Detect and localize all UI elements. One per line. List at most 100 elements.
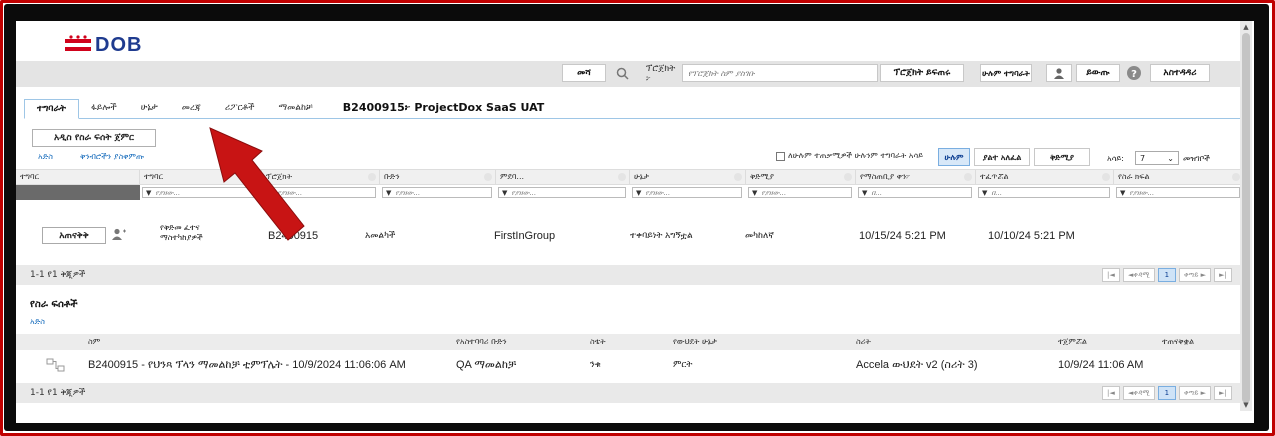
col-department-label: የስራ ክፍል [1118, 172, 1150, 181]
first-page-button[interactable]: |◄ [1101, 268, 1120, 282]
filter-priority[interactable]: ▼ የያዘው... [748, 187, 852, 198]
page-1-button[interactable]: 1 [1157, 386, 1176, 400]
filter-department[interactable]: ▼ የያዘው... [1116, 187, 1240, 198]
refresh-link[interactable]: አድስ [38, 152, 53, 162]
page-size-value: 7 [1140, 153, 1146, 163]
col-completed[interactable]: ተጠናቅቋል [1162, 337, 1194, 347]
search-input[interactable] [682, 64, 878, 82]
tab-applications[interactable]: ማመልከቻ [266, 98, 324, 118]
workflow-icon [46, 357, 66, 376]
page-size-suffix: መዝገቦች [1183, 154, 1210, 163]
col-state[interactable]: ስቴት [590, 337, 606, 347]
next-page-button[interactable]: ቀጣይ ► [1178, 268, 1211, 282]
col-priority[interactable]: ቅድሚያ [746, 170, 856, 184]
scroll-thumb[interactable] [1242, 33, 1250, 403]
help-icon[interactable]: ? [1122, 64, 1146, 82]
project-dropdown[interactable]: ፕሮጀክት ይፍጠሩ [880, 64, 964, 82]
workflow-name: B2400915 - የህንጻ ፕላን ማመልከቻ ቲምፕሌት - 10/9/2… [88, 359, 406, 371]
app-window: DOB መሻ ፕሮጀክት ፦ ፕሮጀክት ይፍጠሩ ሁሉም ተግባራት ይውጡ … [16, 21, 1254, 423]
filter-due[interactable]: ▼ በ... [858, 187, 972, 198]
save-settings-link[interactable]: ቅንብሮችን ያስቀምጡ [80, 152, 144, 162]
logout-button[interactable]: ይውጡ [1076, 64, 1120, 82]
filter-project[interactable]: ▼ የያዘው... [264, 187, 376, 198]
col-assigned[interactable]: ምደባ... [496, 170, 630, 184]
dob-logo[interactable]: DOB [65, 30, 155, 60]
cell-priority: መካከለኛ [745, 230, 774, 240]
col-created[interactable]: ተፈጥሯል [976, 170, 1114, 184]
page-size-select[interactable]: 7 ⌄ [1135, 151, 1179, 165]
sort-icon [484, 173, 492, 181]
scroll-up-icon[interactable]: ▲ [1242, 23, 1250, 31]
filter-assigned[interactable]: ▼ የያዘው... [498, 187, 626, 198]
col-task[interactable]: ተግባር [140, 170, 262, 184]
sort-icon [964, 173, 972, 181]
prev-page-button[interactable]: ◄ቀዳሚ [1122, 268, 1155, 282]
all-tasks-button[interactable]: ሁሉም ተግባራት [980, 64, 1032, 82]
tab-status[interactable]: ሁኔታ [129, 98, 170, 118]
col-action[interactable]: ተግባር [16, 170, 140, 184]
admin-button[interactable]: አስተዳዳሪ [1150, 64, 1210, 82]
next-page-button[interactable]: ቀጣይ ► [1178, 386, 1211, 400]
page-1-button[interactable]: 1 [1157, 268, 1176, 282]
last-page-button[interactable]: ►| [1214, 268, 1232, 282]
task-link[interactable]: የቅድመ ፈተና ማስተካከያዎች [160, 223, 240, 243]
col-coordinator[interactable]: የአስተባባሪ ቡድን [456, 337, 507, 347]
page-size-label: አሳይ: [1107, 154, 1125, 163]
tab-reports[interactable]: ሪፖርቶች [213, 98, 267, 118]
col-due-label: የማስጠቢያ ቀን፦ [860, 172, 911, 181]
tab-files[interactable]: ፋይሎች [79, 98, 129, 118]
col-group[interactable]: ቡድን [380, 170, 496, 184]
col-name[interactable]: ስም [88, 337, 100, 347]
table-row[interactable]: አጠናቅቅ የቅድመ ፈተና ማስተካከያዎች B2400915 አመልካች F… [16, 203, 1244, 255]
chevron-down-icon: ⌄ [1167, 153, 1174, 163]
table-row[interactable]: B2400915 - የህንጻ ፕላን ማመልከቻ ቲምፕሌት - 10/9/2… [16, 353, 1244, 379]
col-project[interactable]: ፕሮጀክት [262, 170, 380, 184]
filter-created[interactable]: ▼ በ... [978, 187, 1110, 198]
prev-page-button[interactable]: ◄ቀዳሚ [1122, 386, 1155, 400]
col-started[interactable]: ተጀምሯል [1058, 337, 1087, 347]
filter-all-button[interactable]: ሁሉም [938, 148, 970, 166]
col-department[interactable]: የስራ ክፍል [1114, 170, 1244, 184]
workflows-pager: 1-1 የ1 ቅጂዎች |◄ ◄ቀዳሚ 1 ቀጣይ ► ►| [16, 383, 1244, 403]
search-button[interactable]: መሻ [562, 64, 606, 82]
scroll-down-icon[interactable]: ▼ [1242, 401, 1250, 409]
sort-icon [1102, 173, 1110, 181]
start-workflow-button[interactable]: አዲስ የስራ ፍሰት ጀምር [32, 129, 156, 147]
filter-group[interactable]: ▼ የያዘው... [382, 187, 492, 198]
tasks-filter-row: ▼ የያዘው... ▼ የያዘው... ▼ የያዘው... ▼ የያዘው... ▼ የያዘ… [16, 185, 1244, 200]
top-toolbar: መሻ ፕሮጀክት ፦ ፕሮጀክት ይፍጠሩ ሁሉም ተግባራት ይውጡ ? አስ… [16, 61, 1244, 87]
show-all-checkbox[interactable] [776, 152, 785, 161]
filter-status[interactable]: ▼ የያዘው... [632, 187, 742, 198]
filter-unassigned-button[interactable]: ያልተ አለፈል [974, 148, 1030, 166]
col-sync-status[interactable]: የውህደት ሁኔታ [673, 337, 717, 347]
pager-count: 1-1 የ1 ቅጂዎች [30, 388, 86, 398]
cell-created: 10/10/24 5:21 PM [988, 230, 1075, 242]
sort-icon [618, 173, 626, 181]
workflows-title: የስራ ፍሰቶች [30, 299, 78, 310]
workflow-group: QA ማመልከቻ [456, 359, 517, 371]
sort-icon [844, 173, 852, 181]
workflows-refresh-link[interactable]: አድስ [30, 317, 45, 327]
vertical-scrollbar[interactable]: ▲ ▼ [1240, 21, 1252, 411]
last-page-button[interactable]: ►| [1214, 386, 1232, 400]
filter-task[interactable]: ▼ የያዘው... [142, 187, 258, 198]
first-page-button[interactable]: |◄ [1101, 386, 1120, 400]
cell-project: B2400915 [268, 230, 319, 242]
col-group-label: ቡድን [384, 172, 400, 181]
tab-info[interactable]: መረጃ [170, 98, 213, 118]
svg-text:?: ? [1131, 69, 1137, 80]
filter-priority-button[interactable]: ቅድሚያ [1034, 148, 1090, 166]
col-assigned-label: ምደባ... [500, 172, 525, 181]
show-all-users-toggle[interactable]: ለሁሉም ተጠቃሚዎች ሁሉንም ተግባራት አሳይ [776, 151, 936, 161]
cell-due: 10/15/24 5:21 PM [859, 230, 946, 242]
user-icon[interactable] [1046, 64, 1072, 82]
complete-button[interactable]: አጠናቅቅ [42, 227, 106, 244]
col-status[interactable]: ሁኔታ [630, 170, 746, 184]
workflow-version-link[interactable]: Accela ውህደት v2 (ስሪት 3) [856, 359, 978, 372]
show-all-label: ለሁሉም ተጠቃሚዎች ሁሉንም ተግባራት አሳይ [788, 151, 924, 160]
tab-tasks[interactable]: ተግባራት [24, 99, 79, 119]
col-version[interactable]: ስሪት [856, 337, 871, 347]
col-due[interactable]: የማስጠቢያ ቀን፦ [856, 170, 976, 184]
search-icon[interactable] [610, 64, 634, 82]
assign-user-icon[interactable] [111, 228, 127, 243]
